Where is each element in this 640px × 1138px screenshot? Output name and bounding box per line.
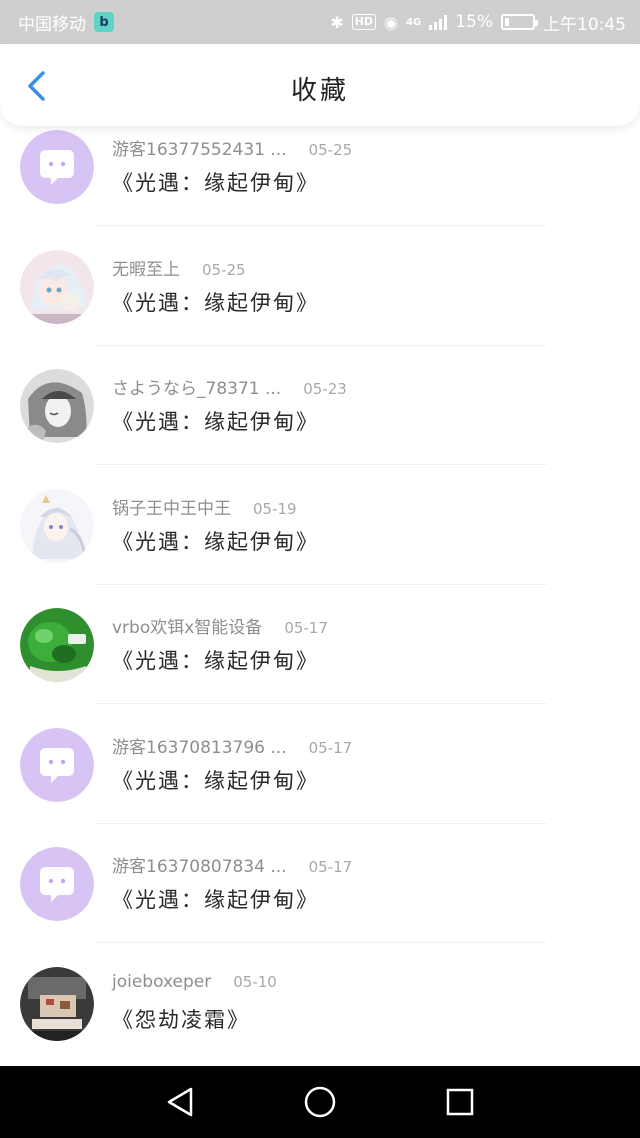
bluetooth-icon: ✱	[330, 12, 344, 32]
network-type-label: 4G	[406, 16, 422, 28]
clock: 上午10:45	[543, 14, 626, 35]
divider	[96, 583, 546, 585]
date: 05-19	[253, 499, 297, 518]
date: 05-17	[308, 858, 353, 876]
hd-badge: HD	[351, 14, 377, 30]
favorites-list: 游客16377552431 ... 05-25 《光遇：缘起伊甸》 无暇至上 0…	[0, 126, 640, 1066]
status-left: 中国移动 b	[18, 10, 114, 35]
avatar	[20, 966, 94, 1041]
meta-line: joieboxeper 05-10	[112, 972, 277, 992]
signal-icon	[429, 14, 448, 30]
carrier-label: 中国移动	[18, 14, 86, 35]
date: 05-23	[303, 380, 347, 398]
username: joieboxeper	[112, 971, 212, 992]
header: 收藏	[0, 44, 640, 126]
divider	[96, 822, 546, 824]
page-title: 收藏	[290, 76, 349, 106]
status-bar: 中国移动 b ✱ HD ◉ 4G 15% 上午10:45	[0, 0, 640, 44]
battery-icon	[501, 14, 538, 30]
list-item[interactable]: 无暇至上 05-25 《光遇：缘起伊甸》	[0, 245, 640, 365]
meta-line: 游客16370813796 ... 05-17	[112, 733, 352, 758]
list-item[interactable]: 游客16377552431 ... 05-25 《光遇：缘起伊甸》	[0, 126, 640, 245]
nav-home-button[interactable]	[296, 1078, 344, 1126]
item-title: 《光遇：缘起伊甸》	[112, 888, 319, 912]
green-photo-avatar	[20, 608, 94, 682]
square-recents-icon	[446, 1088, 474, 1116]
list-item[interactable]: vrbo欢铒x智能设备 05-17 《光遇：缘起伊甸》	[0, 603, 640, 723]
avatar	[20, 488, 94, 563]
meta-line: さようなら_78371 ... 05-23	[112, 374, 347, 399]
avatar	[20, 130, 94, 204]
date: 05-17	[284, 619, 328, 637]
avatar	[20, 608, 94, 682]
date: 05-17	[308, 738, 353, 757]
meta-line: 锅子王中王中王 05-19	[112, 494, 297, 519]
nav-back-button[interactable]	[156, 1078, 204, 1126]
anime-avatar-light	[20, 488, 94, 563]
chat-bubble-icon	[20, 130, 94, 204]
meta-line: 游客16377552431 ... 05-25	[112, 135, 352, 160]
list-item[interactable]: 锅子王中王中王 05-19 《光遇：缘起伊甸》	[0, 484, 640, 604]
username: 游客16370813796 ...	[112, 737, 287, 758]
divider	[96, 344, 546, 346]
avatar	[20, 249, 94, 324]
meta-line: 游客16370807834 ... 05-17	[112, 852, 352, 877]
username: vrbo欢铒x智能设备	[112, 618, 263, 638]
avatar	[20, 847, 94, 921]
username: 无暇至上	[112, 259, 180, 280]
meta-line: vrbo欢铒x智能设备 05-17	[112, 613, 328, 638]
list-item[interactable]: 游客16370807834 ... 05-17 《光遇：缘起伊甸》	[0, 842, 640, 962]
date: 05-10	[233, 972, 277, 991]
battery-percent: 15%	[455, 12, 493, 32]
nav-recents-button[interactable]	[436, 1078, 484, 1126]
list-item[interactable]: 游客16370813796 ... 05-17 《光遇：缘起伊甸》	[0, 723, 640, 843]
item-title: 《光遇：缘起伊甸》	[112, 171, 319, 195]
username: 锅子王中王中王	[112, 498, 231, 519]
item-title: 《光遇：缘起伊甸》	[112, 768, 319, 793]
chat-bubble-icon	[20, 847, 94, 921]
username: 游客16370807834 ...	[112, 857, 287, 877]
eye-icon: ◉	[384, 12, 399, 32]
avatar	[20, 727, 94, 802]
photo-avatar-dark	[20, 966, 94, 1041]
username: さようなら_78371 ...	[112, 379, 282, 399]
date: 05-25	[202, 260, 246, 279]
item-title: 《光遇：缘起伊甸》	[112, 649, 319, 673]
chat-bubble-icon	[20, 727, 94, 802]
list-item[interactable]: さようなら_78371 ... 05-23 《光遇：缘起伊甸》	[0, 364, 640, 484]
divider	[96, 464, 546, 465]
anime-avatar-white-hair	[20, 249, 94, 324]
item-title: 《光遇：缘起伊甸》	[112, 290, 319, 315]
app-notification-icon: b	[94, 12, 114, 32]
divider	[96, 225, 546, 226]
avatar	[20, 369, 94, 443]
screen: 中国移动 b ✱ HD ◉ 4G 15% 上午10:45 收藏 游客163775…	[0, 0, 640, 1138]
list-item[interactable]: joieboxeper 05-10 《怨劫凌霜》	[0, 962, 640, 1067]
divider	[96, 703, 546, 704]
triangle-back-icon	[167, 1087, 193, 1117]
item-title: 《怨劫凌霜》	[112, 1007, 250, 1032]
meta-line: 无暇至上 05-25	[112, 255, 246, 280]
username: 游客16377552431 ...	[112, 140, 287, 160]
date: 05-25	[308, 141, 353, 159]
circle-home-icon	[304, 1086, 336, 1118]
item-title: 《光遇：缘起伊甸》	[112, 529, 319, 554]
item-title: 《光遇：缘起伊甸》	[112, 410, 319, 434]
status-right: ✱ HD ◉ 4G 15% 上午10:45	[330, 10, 626, 35]
anime-avatar-sketch	[20, 369, 94, 443]
divider	[96, 942, 546, 943]
navigation-bar	[0, 1066, 640, 1138]
